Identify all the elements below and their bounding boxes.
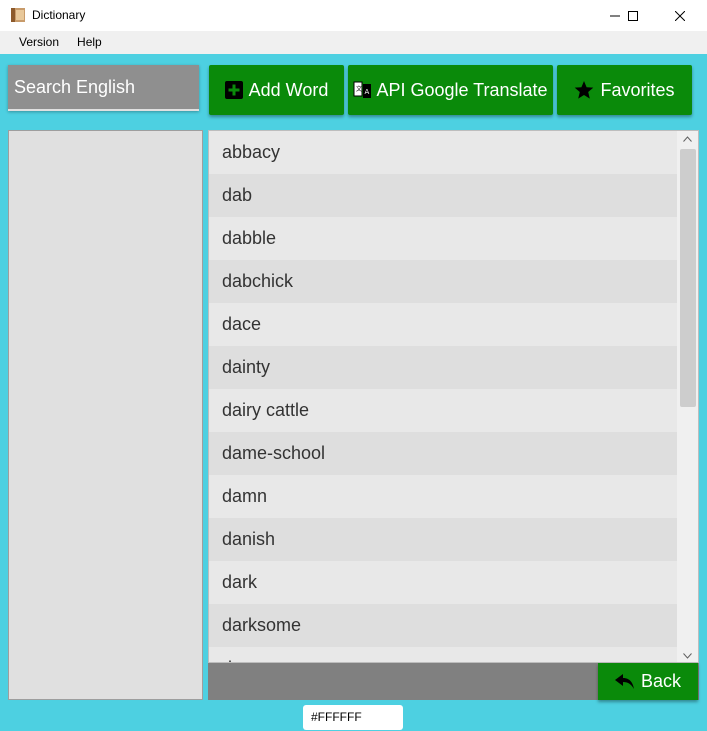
scroll-up-button[interactable] — [677, 131, 698, 147]
list-scrollbar[interactable] — [677, 131, 698, 662]
scroll-thumb[interactable] — [680, 149, 696, 407]
svg-text:A: A — [365, 88, 370, 96]
menu-bar: Version Help — [0, 31, 707, 54]
word-list-item[interactable]: dairy cattle — [209, 389, 678, 432]
translate-icon: 文 A — [353, 81, 372, 98]
star-icon — [575, 81, 594, 99]
search-field[interactable] — [8, 65, 199, 111]
color-picker-field[interactable]: #FFFFFF — [303, 705, 403, 730]
plus-square-icon — [224, 81, 243, 99]
reply-arrow-icon — [614, 673, 634, 689]
maximize-button[interactable] — [610, 0, 656, 31]
search-input[interactable] — [14, 77, 193, 98]
word-list-item[interactable]: darksome — [209, 604, 678, 647]
close-icon — [675, 10, 685, 21]
maximize-icon — [628, 10, 638, 21]
chevron-down-icon — [683, 653, 692, 659]
back-label: Back — [640, 671, 682, 691]
window-title: Dictionary — [32, 8, 86, 22]
add-word-button[interactable]: Add Word — [209, 65, 344, 115]
book-icon — [11, 8, 25, 22]
back-button[interactable]: Back — [598, 663, 698, 700]
api-google-translate-button[interactable]: 文 A API Google Translate — [348, 65, 553, 115]
word-list-item[interactable]: danish — [209, 518, 678, 561]
word-list-item[interactable]: dark — [209, 561, 678, 604]
svg-text:文: 文 — [356, 85, 362, 93]
menu-version[interactable]: Version — [0, 31, 68, 54]
word-list-item[interactable]: damn — [209, 475, 678, 518]
favorites-label: Favorites — [600, 79, 675, 100]
word-list[interactable]: abbacy dab dabble dabchick dace dainty d… — [208, 130, 699, 663]
word-list-item[interactable]: dainty — [209, 346, 678, 389]
word-list-items: abbacy dab dabble dabchick dace dainty d… — [209, 131, 678, 662]
word-list-item[interactable]: abbacy — [209, 131, 678, 174]
definition-panel — [8, 130, 203, 700]
api-google-translate-label: API Google Translate — [376, 79, 548, 100]
word-list-item[interactable]: dabchick — [209, 260, 678, 303]
scroll-down-button[interactable] — [677, 648, 698, 662]
add-word-label: Add Word — [248, 79, 329, 100]
word-list-item[interactable]: dabble — [209, 217, 678, 260]
title-bar: Dictionary — [0, 0, 707, 31]
word-list-item[interactable]: dace — [209, 303, 678, 346]
favorites-button[interactable]: Favorites — [557, 65, 692, 115]
app-window: Dictionary Version Help Add Word 文 A — [0, 0, 707, 731]
close-window-button[interactable] — [657, 0, 703, 31]
chevron-up-icon — [683, 136, 692, 142]
menu-help[interactable]: Help — [68, 31, 111, 54]
word-list-item[interactable]: dab — [209, 174, 678, 217]
word-list-item[interactable]: d — [209, 647, 678, 662]
word-list-item[interactable]: dame-school — [209, 432, 678, 475]
